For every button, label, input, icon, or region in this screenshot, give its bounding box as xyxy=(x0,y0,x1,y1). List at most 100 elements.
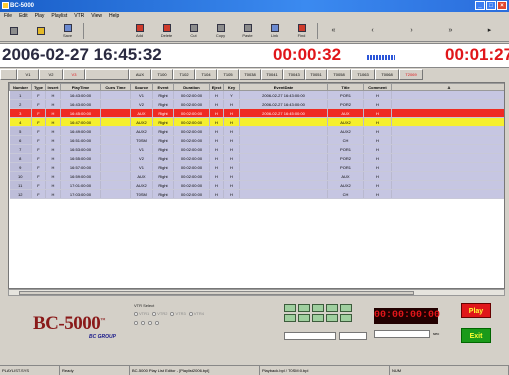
source-bar-cell[interactable]: T0041 xyxy=(261,69,283,80)
column-header[interactable]: Cues Time xyxy=(100,83,131,91)
column-header[interactable]: Number xyxy=(9,83,32,91)
menu-play[interactable]: Play xyxy=(35,12,45,21)
maximize-button[interactable]: □ xyxy=(486,1,496,10)
table-cell xyxy=(364,199,392,208)
table-row[interactable]: 6 F H 16:51:00:00 T0SM Right 00:02:00:00 H H CH H xyxy=(9,135,504,145)
new-button[interactable] xyxy=(0,22,27,41)
table-cell: H xyxy=(209,171,224,181)
column-header[interactable]: Insert xyxy=(45,83,61,91)
source-bar-cell[interactable]: T100 xyxy=(151,69,173,80)
column-header[interactable]: Title xyxy=(327,83,364,91)
add-button[interactable]: Add xyxy=(126,22,153,41)
source-bar-cell[interactable]: AUX xyxy=(129,69,151,80)
delete-button[interactable]: Delete xyxy=(153,22,180,41)
cue-field[interactable] xyxy=(339,332,367,340)
source-bar-cell[interactable]: V2 xyxy=(39,69,63,80)
menu-help[interactable]: Help xyxy=(109,12,119,21)
source-bar-cell[interactable]: T105 xyxy=(217,69,239,80)
transport-button[interactable] xyxy=(326,304,338,312)
column-header[interactable]: A xyxy=(391,83,504,91)
table-row[interactable]: 5 F H 16:49:00:00 AUX2 Right 00:02:00:00 H H AUX2… xyxy=(9,126,504,136)
table-cell xyxy=(391,144,504,154)
table-cell: Right xyxy=(152,117,174,127)
last-button[interactable]: » xyxy=(437,22,464,41)
vtr-radio-2[interactable]: VTR2 xyxy=(152,311,167,316)
column-header[interactable]: PlayTime xyxy=(60,83,101,91)
vtr-radio-3[interactable]: VTR3 xyxy=(170,311,186,316)
transport-button[interactable] xyxy=(326,314,338,322)
column-header[interactable]: Comment xyxy=(363,83,392,91)
vtr-radio-6[interactable] xyxy=(141,321,145,325)
source-bar-cell[interactable]: T102 xyxy=(173,69,195,80)
paste-button[interactable]: Paste xyxy=(234,22,261,41)
vtr-radio-4[interactable]: VTR4 xyxy=(188,311,204,316)
table-row[interactable]: 10 F H 16:59:00:00 AUX Right 00:02:00:00 H H AUX H xyxy=(9,171,504,181)
source-bar-cell[interactable]: T0038 xyxy=(239,69,261,80)
source-bar-cell[interactable]: T0051 xyxy=(305,69,327,80)
source-bar-cell[interactable] xyxy=(85,69,129,80)
transport-button[interactable] xyxy=(284,304,296,312)
table-row[interactable]: 2 F H 16:43:00:00 V2 Right 00:02:00:00 H H 2006-0… xyxy=(9,99,504,109)
table-row[interactable]: 8 F H 16:55:00:00 V2 Right 00:02:00:00 H H POR2 H xyxy=(9,153,504,163)
table-row[interactable]: 11 F H 17:01:00:00 AUX2 Right 00:02:00:00 H H AUX… xyxy=(9,180,504,190)
play-button[interactable]: Play xyxy=(461,303,491,318)
open-button[interactable] xyxy=(27,22,54,41)
source-bar-cell[interactable]: V3 xyxy=(63,69,85,80)
menu-edit[interactable]: Edit xyxy=(19,12,28,21)
cut-button[interactable]: Cut xyxy=(180,22,207,41)
source-bar-cell[interactable]: T2069 xyxy=(399,69,423,80)
next-button[interactable]: › xyxy=(398,22,425,41)
horizontal-scrollbar[interactable] xyxy=(8,289,505,296)
table-row[interactable]: 7 F H 16:53:00:00 V1 Right 00:02:00:00 H H POR1 H xyxy=(9,144,504,154)
column-header[interactable]: EventDate xyxy=(239,83,328,91)
table-row[interactable]: 4 F H 16:47:00:00 AUX2 Right 00:02:00:00 H H AUX2… xyxy=(9,117,504,127)
table-row[interactable]: 12 F H 17:03:00:00 T0SM Right 00:02:00:00 H H CH H xyxy=(9,189,504,199)
table-cell: H xyxy=(223,135,240,145)
column-header[interactable]: Event xyxy=(152,83,174,91)
source-bar-cell[interactable]: T0058 xyxy=(327,69,351,80)
copy-button[interactable]: Copy xyxy=(207,22,234,41)
source-bar-cell[interactable]: V1 xyxy=(17,69,39,80)
source-bar-cell[interactable]: T104 xyxy=(195,69,217,80)
first-button[interactable]: « xyxy=(320,22,347,41)
exit-button[interactable]: Exit xyxy=(461,328,491,343)
column-header[interactable]: Source xyxy=(130,83,153,91)
vtr-radio-5[interactable] xyxy=(134,321,138,325)
table-row[interactable]: 9 F H 16:57:00:00 V1 Right 00:02:00:00 H H POR1 H xyxy=(9,162,504,172)
transport-button[interactable] xyxy=(298,314,310,322)
menu-file[interactable]: File xyxy=(4,12,12,21)
table-row[interactable]: 3 F H 16:45:00:00 AUX Right 00:02:00:00 H H 2006-… xyxy=(9,108,504,118)
vtr-radio-7[interactable] xyxy=(148,321,152,325)
source-bar-cell[interactable]: T1063 xyxy=(351,69,375,80)
vtr-radio-1[interactable]: VTR1 xyxy=(134,311,149,316)
column-header[interactable]: Type xyxy=(31,83,46,91)
transport-button[interactable] xyxy=(340,304,352,312)
vtr-radio-8[interactable] xyxy=(155,321,159,325)
prev-button[interactable]: ‹ xyxy=(359,22,386,41)
column-header[interactable]: Eject xyxy=(209,83,224,91)
save-button[interactable]: Save xyxy=(54,22,81,41)
link-button[interactable]: Link xyxy=(261,22,288,41)
transport-button[interactable] xyxy=(312,314,324,322)
close-button[interactable]: × xyxy=(497,1,507,10)
column-header[interactable]: Duration xyxy=(173,83,210,91)
source-bar-cell[interactable] xyxy=(0,69,17,80)
transport-button[interactable] xyxy=(298,304,310,312)
menu-view[interactable]: View xyxy=(91,12,102,21)
minimize-button[interactable]: _ xyxy=(475,1,485,10)
play-next-button[interactable]: ▸ xyxy=(476,22,503,41)
source-bar-cell[interactable]: T0043 xyxy=(283,69,305,80)
table-cell: H xyxy=(45,126,61,136)
table-row[interactable]: 1 F H 16:43:00:00 V1 Right 00:02:00:00 H Y 2006-0… xyxy=(9,90,504,100)
scrollbar-thumb[interactable] xyxy=(19,291,414,295)
duration-input[interactable] xyxy=(374,330,430,338)
transport-button[interactable] xyxy=(340,314,352,322)
transport-button[interactable] xyxy=(312,304,324,312)
column-header[interactable]: Key xyxy=(223,83,240,91)
find-button[interactable]: Find xyxy=(288,22,315,41)
menu-playlist[interactable]: Playlist xyxy=(51,12,67,21)
transport-field[interactable] xyxy=(284,332,336,340)
source-bar-cell[interactable]: T0068 xyxy=(375,69,399,80)
transport-button[interactable] xyxy=(284,314,296,322)
menu-vtr[interactable]: VTR xyxy=(74,12,84,21)
